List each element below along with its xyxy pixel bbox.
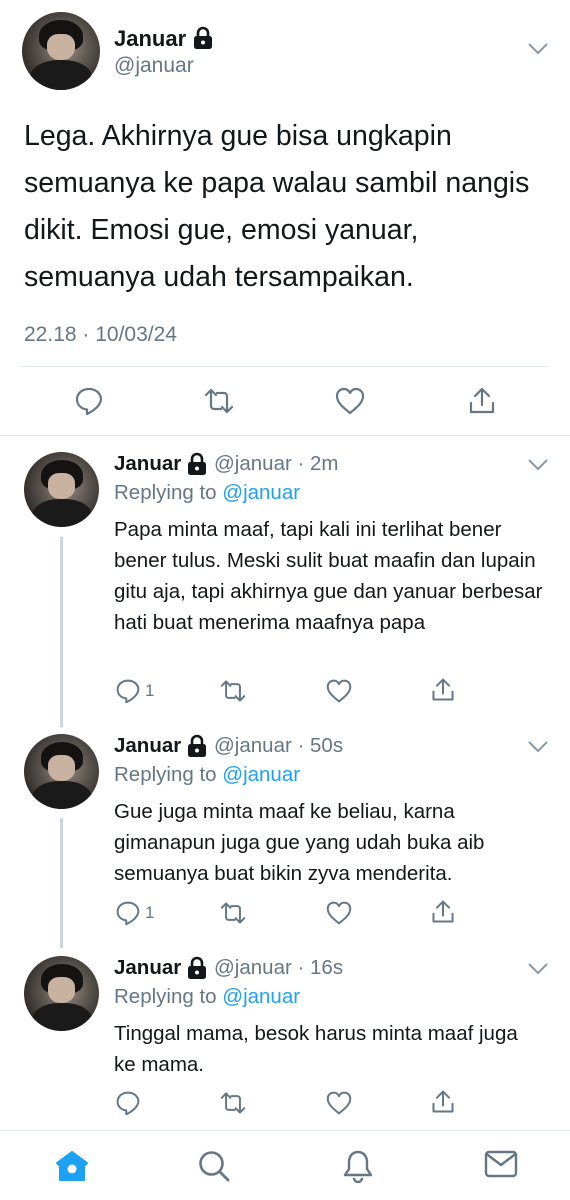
lock-icon	[188, 452, 206, 475]
retweet-icon[interactable]	[202, 386, 236, 416]
lock-icon	[194, 26, 212, 49]
home-icon[interactable]	[54, 1149, 90, 1183]
like-icon[interactable]	[325, 678, 353, 704]
author-name[interactable]: Januar	[114, 956, 181, 980]
main-tweet[interactable]: Januar @januar Lega. Akhirnya gue bisa u…	[0, 0, 570, 435]
retweet-icon[interactable]	[218, 678, 248, 704]
avatar[interactable]	[24, 452, 99, 527]
reply-tweet[interactable]: Januar @januar · 50s Replying to @januar…	[0, 718, 570, 938]
replying-to: Replying to @januar	[114, 481, 300, 505]
author-name[interactable]: Januar	[114, 734, 181, 758]
author-name[interactable]: Januar	[114, 26, 186, 52]
tweet-text: Papa minta maaf, tapi kali ini terlihat …	[114, 518, 543, 634]
chevron-down-icon[interactable]	[527, 42, 549, 56]
reply-count: 1	[145, 681, 155, 700]
chevron-down-icon[interactable]	[527, 458, 549, 472]
author-handle[interactable]: @januar · 16s	[214, 956, 343, 980]
messages-icon[interactable]	[484, 1149, 518, 1179]
mention-link[interactable]: @januar	[222, 481, 300, 504]
bottom-nav	[0, 1130, 570, 1200]
reply-button[interactable]	[115, 1090, 145, 1116]
chevron-down-icon[interactable]	[527, 962, 549, 976]
mention-link[interactable]: @januar	[222, 763, 300, 786]
tweet-text: Gue juga minta maaf ke beliau, karna gim…	[114, 800, 485, 885]
share-icon[interactable]	[467, 386, 497, 416]
notifications-icon[interactable]	[341, 1149, 375, 1183]
lock-icon	[188, 956, 206, 979]
reply-button[interactable]: 1	[115, 900, 154, 926]
reply-icon[interactable]	[115, 1090, 141, 1116]
tweet-timestamp[interactable]: 22.18 · 10/03/24	[24, 323, 177, 347]
like-icon[interactable]	[325, 900, 353, 926]
replying-prefix: Replying to	[114, 985, 223, 1008]
author-handle[interactable]: @januar · 50s	[214, 734, 343, 758]
reply-icon[interactable]	[115, 678, 141, 704]
share-icon[interactable]	[430, 1089, 456, 1115]
share-icon[interactable]	[430, 899, 456, 925]
replying-to: Replying to @januar	[114, 763, 300, 787]
divider	[22, 366, 548, 367]
reply-tweet[interactable]: Januar @januar · 2m Replying to @januar …	[0, 436, 570, 716]
replying-prefix: Replying to	[114, 763, 223, 786]
avatar[interactable]	[24, 734, 99, 809]
author-handle[interactable]: @januar · 2m	[214, 452, 339, 476]
tweet-text: Tinggal mama, besok harus minta maaf jug…	[114, 1022, 518, 1076]
reply-icon[interactable]	[115, 900, 141, 926]
retweet-icon[interactable]	[218, 1090, 248, 1116]
replying-prefix: Replying to	[114, 481, 223, 504]
author-handle[interactable]: @januar	[114, 54, 194, 78]
retweet-icon[interactable]	[218, 900, 248, 926]
reply-icon[interactable]	[74, 386, 104, 416]
reply-tweet[interactable]: Januar @januar · 16s Replying to @januar…	[0, 940, 570, 1128]
chevron-down-icon[interactable]	[527, 740, 549, 754]
author-name[interactable]: Januar	[114, 452, 181, 476]
avatar[interactable]	[24, 956, 99, 1031]
like-icon[interactable]	[325, 1090, 353, 1116]
mention-link[interactable]: @januar	[222, 985, 300, 1008]
avatar[interactable]	[22, 12, 100, 90]
lock-icon	[188, 734, 206, 757]
search-icon[interactable]	[197, 1149, 231, 1183]
reply-button[interactable]: 1	[115, 678, 154, 704]
like-icon[interactable]	[334, 386, 366, 416]
reply-count: 1	[145, 903, 155, 922]
share-icon[interactable]	[430, 677, 456, 703]
replying-to: Replying to @januar	[114, 985, 300, 1009]
tweet-text: Lega. Akhirnya gue bisa ungkapin semuany…	[24, 120, 530, 293]
